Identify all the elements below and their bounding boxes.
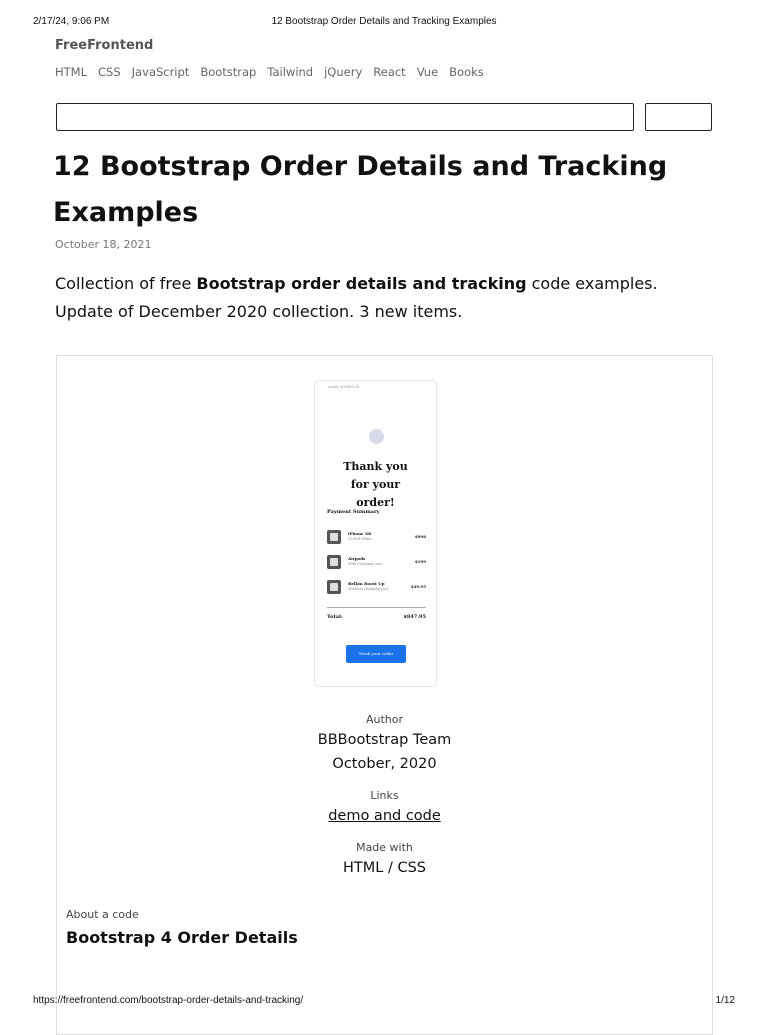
print-doc-title: 12 Bootstrap Order Details and Tracking … — [271, 16, 497, 27]
page-title: 12 Bootstrap Order Details and Tracking … — [53, 151, 668, 228]
preview-item: Airpods With charging case $199 — [327, 555, 426, 573]
intro-text-bold: Bootstrap order details and tracking — [196, 274, 527, 293]
search-button[interactable] — [645, 103, 712, 131]
preview-item-price: $49.95 — [410, 584, 426, 589]
nav-item-tailwind[interactable]: Tailwind — [267, 65, 313, 79]
preview-item-price: $199 — [414, 559, 426, 564]
preview-item-name: Belkin Boost Up — [348, 581, 385, 586]
charger-thumbnail-icon — [327, 580, 341, 594]
preview-track-button: Track your order — [346, 645, 406, 663]
preview-item: iPhone XR 128GB White $998 — [327, 530, 426, 548]
intro-text-start: Collection of free — [55, 274, 197, 293]
phone-thumbnail-icon — [327, 530, 341, 544]
preview-thanks-heading: Thank you for your order! — [315, 458, 436, 512]
intro-paragraph: Collection of free Bootstrap order detai… — [55, 270, 715, 325]
preview-item: Belkin Boost Up Wireless charging pad $4… — [327, 580, 426, 598]
preview-divider — [327, 607, 426, 608]
preview-item-sub: 128GB White — [348, 537, 372, 541]
print-header: 2/17/24, 9:06 PM 12 Bootstrap Order Deta… — [33, 16, 735, 30]
print-page-indicator: 1/12 — [715, 995, 735, 1006]
site-brand-link[interactable]: FreeFrontend — [55, 38, 153, 53]
nav-item-react[interactable]: React — [373, 65, 405, 79]
post-date: October 18, 2021 — [55, 238, 152, 251]
demo-and-code-link: demo and code — [57, 808, 712, 824]
example-card: order #546924 Thank you for your order! … — [56, 355, 713, 1035]
about-code-title: Bootstrap 4 Order Details — [66, 928, 298, 947]
about-code-label: About a code — [66, 908, 139, 921]
preview-item-name: iPhone XR — [348, 531, 372, 536]
author-label: Author — [365, 713, 404, 726]
preview-item-sub: Wireless charging pad — [348, 587, 388, 591]
search-input[interactable] — [56, 103, 634, 131]
nav-item-vue[interactable]: Vue — [417, 65, 438, 79]
preview-thanks-text: Thank you for your order! — [343, 460, 408, 509]
preview-check-circle-icon — [369, 429, 384, 444]
print-footer: https://freefrontend.com/bootstrap-order… — [33, 995, 735, 1009]
preview-item-name: Airpods — [348, 556, 366, 561]
nav-item-css[interactable]: CSS — [98, 65, 121, 79]
made-with-label: Made with — [356, 841, 413, 854]
nav-item-books[interactable]: Books — [449, 65, 484, 79]
print-url: https://freefrontend.com/bootstrap-order… — [33, 995, 304, 1006]
main-nav: HTML CSS JavaScript Bootstrap Tailwind j… — [55, 65, 484, 79]
airpods-thumbnail-icon — [327, 555, 341, 569]
nav-item-bootstrap[interactable]: Bootstrap — [200, 65, 256, 79]
preview-item-price: $998 — [414, 534, 426, 539]
preview-summary-label: Payment Summary — [327, 509, 380, 515]
preview-item-sub: With charging case — [348, 562, 383, 566]
example-preview-image[interactable]: order #546924 Thank you for your order! … — [314, 380, 437, 687]
preview-total-value: $847.95 — [403, 614, 426, 620]
author-date: October, 2020 — [332, 756, 437, 772]
nav-item-javascript[interactable]: JavaScript — [132, 65, 190, 79]
nav-item-jquery[interactable]: jQuery — [324, 65, 362, 79]
made-with-value: HTML / CSS — [343, 860, 426, 876]
nav-item-html[interactable]: HTML — [55, 65, 87, 79]
links-label: Links — [370, 789, 399, 802]
author-name: BBBootstrap Team — [317, 732, 452, 748]
preview-total-row: Total: $847.95 — [327, 614, 426, 620]
preview-total-label: Total: — [327, 614, 343, 620]
demo-and-code-link-text[interactable]: demo and code — [328, 808, 441, 824]
preview-order-number: order #546924 — [328, 384, 360, 389]
